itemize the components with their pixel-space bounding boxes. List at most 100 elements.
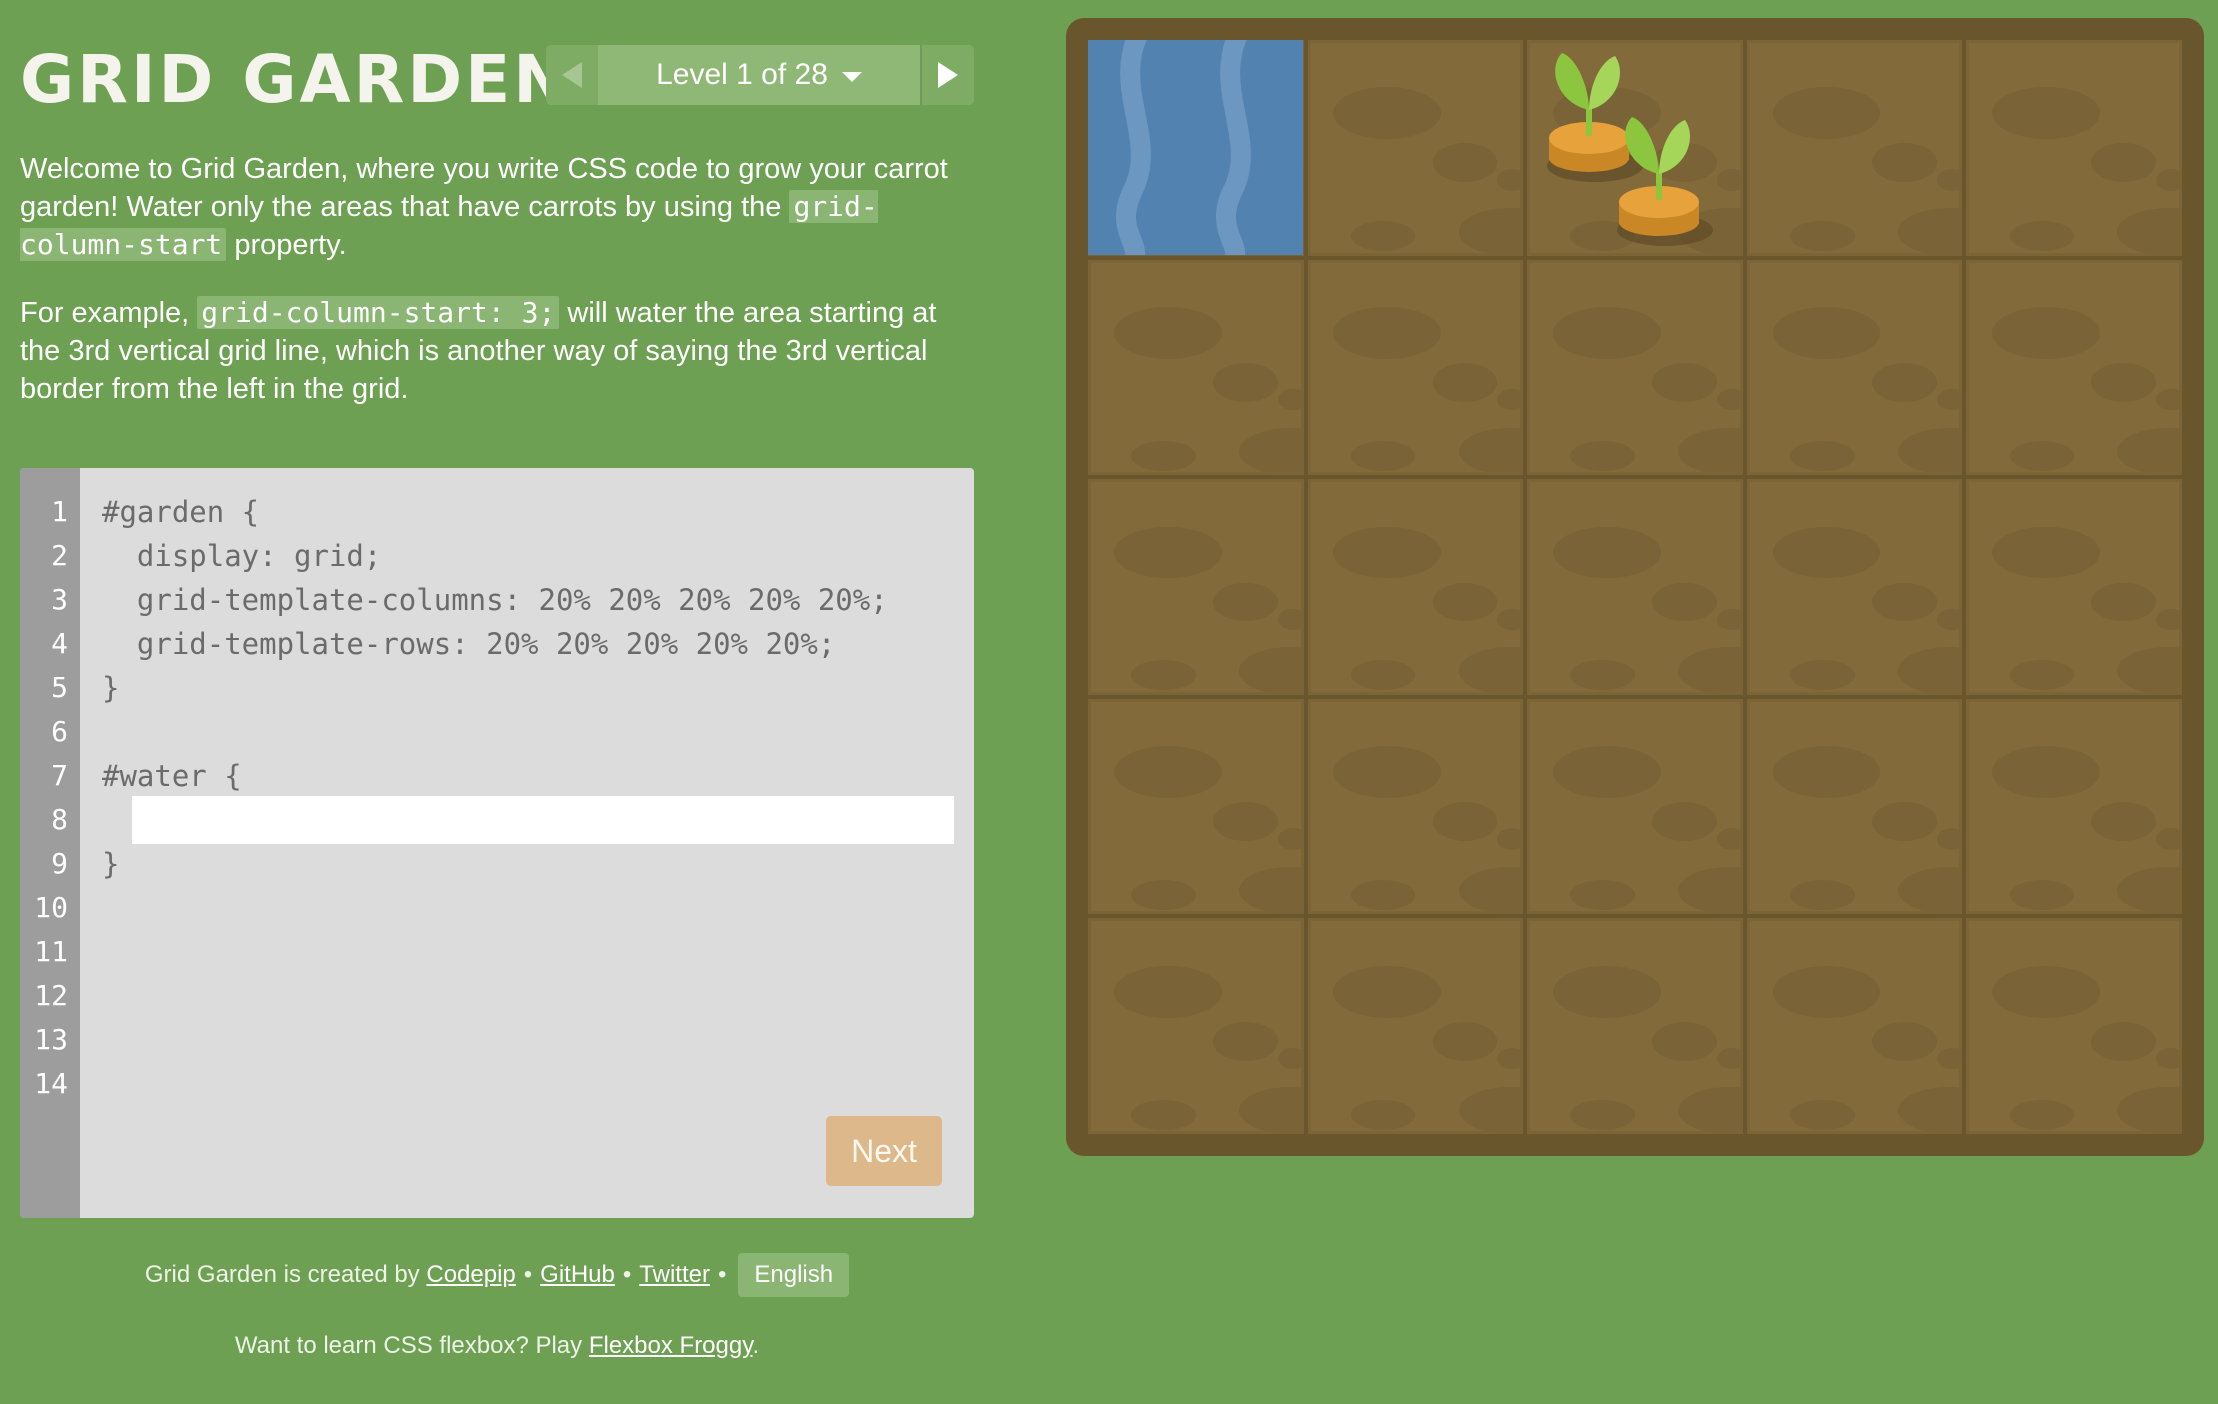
footer-credits: Grid Garden is created by Codepip • GitHub… xyxy=(20,1253,974,1297)
soil-pebble xyxy=(1113,965,1222,1018)
soil-pebble xyxy=(1333,526,1442,579)
line-number: 5 xyxy=(51,671,68,704)
code-line: } xyxy=(102,847,120,881)
soil-cell xyxy=(1088,479,1304,695)
promo-end: . xyxy=(752,1332,760,1359)
css-answer-input[interactable] xyxy=(132,796,954,844)
soil-pebble xyxy=(1333,307,1442,359)
soil-pebble xyxy=(1992,746,2101,798)
soil-cell xyxy=(1527,479,1743,695)
soil-pebble xyxy=(1652,802,1717,842)
instructions-paragraph-1: Welcome to Grid Garden, where you write … xyxy=(20,150,974,264)
soil-pebble xyxy=(1497,828,1524,850)
code-line: grid-template-columns: 20% 20% 20% 20% 2… xyxy=(102,583,888,617)
previous-level-button[interactable] xyxy=(546,45,598,105)
soil-pebble xyxy=(1716,388,1743,411)
line-number: 11 xyxy=(34,935,68,968)
soil-pebble xyxy=(1113,526,1222,579)
level-navigation: Level 1 of 28 xyxy=(546,45,974,105)
soil-pebble xyxy=(1897,866,1963,915)
soil-pebble xyxy=(2156,1047,2182,1070)
soil-pebble xyxy=(1131,660,1196,691)
soil-pebble xyxy=(1678,1086,1743,1134)
credit-text: Grid Garden is created by xyxy=(144,1261,427,1288)
separator: • xyxy=(622,1261,632,1288)
line-number: 4 xyxy=(51,627,68,660)
soil-pebble xyxy=(1570,440,1635,471)
soil-pebble xyxy=(1213,802,1278,842)
soil-cell xyxy=(1746,479,1963,695)
soil-pebble xyxy=(1131,879,1196,911)
soil-pebble xyxy=(1553,526,1661,579)
soil-pebble xyxy=(1238,1086,1304,1134)
soil-pebble xyxy=(1553,307,1661,359)
line-number: 7 xyxy=(51,759,68,792)
soil-pebble xyxy=(1432,582,1498,622)
soil-pebble xyxy=(1238,647,1304,695)
instructions-text: For example, xyxy=(20,297,198,329)
soil-pebble xyxy=(1277,828,1304,850)
soil-pebble xyxy=(1772,746,1881,798)
line-number: 8 xyxy=(51,803,68,836)
soil-pebble xyxy=(1497,169,1524,191)
code-snippet: grid-column-start: 3; xyxy=(197,296,560,329)
soil-pebble xyxy=(1772,307,1881,359)
soil-pebble xyxy=(1897,427,1963,476)
soil-pebble xyxy=(1772,526,1881,579)
soil-pebble xyxy=(1897,208,1963,256)
soil-pebble xyxy=(1992,526,2101,579)
codepip-link[interactable]: Codepip xyxy=(426,1261,515,1288)
soil-pebble xyxy=(1871,802,1937,842)
soil-pebble xyxy=(1789,660,1855,691)
soil-cell xyxy=(1527,698,1743,915)
soil-pebble xyxy=(1678,866,1743,915)
soil-pebble xyxy=(1432,1021,1498,1061)
level-label: Level 1 of 28 xyxy=(656,58,828,91)
twitter-link[interactable]: Twitter xyxy=(639,1261,710,1288)
soil-pebble xyxy=(1772,965,1881,1018)
soil-pebble xyxy=(1871,582,1937,622)
soil-pebble xyxy=(1936,608,1963,631)
next-level-button[interactable] xyxy=(922,45,974,105)
soil-pebble xyxy=(1716,1047,1743,1070)
next-button[interactable]: Next xyxy=(826,1116,942,1186)
soil-cell xyxy=(1966,918,2182,1134)
soil-cell xyxy=(1307,40,1524,256)
soil-pebble xyxy=(1113,746,1222,798)
soil-pebble xyxy=(1333,746,1442,798)
soil-pebble xyxy=(1871,143,1937,183)
soil-pebble xyxy=(1213,1021,1278,1061)
separator: • xyxy=(717,1261,727,1288)
soil-pebble xyxy=(1716,608,1743,631)
soil-cell xyxy=(1746,40,1963,256)
soil-pebble xyxy=(2156,608,2182,631)
soil-pebble xyxy=(2091,1021,2157,1061)
line-number: 9 xyxy=(51,847,68,880)
soil-pebble xyxy=(1238,866,1304,915)
flexbox-froggy-link[interactable]: Flexbox Froggy xyxy=(589,1332,753,1359)
soil-pebble xyxy=(2117,866,2182,915)
soil-pebble xyxy=(1131,440,1196,471)
soil-pebble xyxy=(1789,879,1855,911)
page-title: GRID GARDEN xyxy=(20,41,572,118)
language-button[interactable]: English xyxy=(738,1253,850,1297)
promo-text: Want to learn CSS flexbox? Play xyxy=(234,1332,589,1359)
soil-pebble xyxy=(1213,582,1278,622)
instructions-text: property. xyxy=(226,229,347,261)
soil-pebble xyxy=(1678,427,1743,476)
soil-pebble xyxy=(1432,143,1498,183)
soil-pebble xyxy=(2156,169,2182,191)
soil-pebble xyxy=(1789,1099,1855,1130)
soil-pebble xyxy=(1131,1099,1196,1130)
line-number: 12 xyxy=(34,979,68,1012)
code-line: display: grid; xyxy=(102,539,382,573)
soil-pebble xyxy=(1652,1021,1717,1061)
soil-pebble xyxy=(1992,307,2101,359)
github-link[interactable]: GitHub xyxy=(540,1261,615,1288)
soil-cell xyxy=(1966,40,2182,256)
soil-pebble xyxy=(1497,1047,1524,1070)
soil-cell xyxy=(1527,918,1743,1134)
soil-pebble xyxy=(2009,660,2075,691)
level-dropdown[interactable]: Level 1 of 28 xyxy=(598,45,922,105)
water-area xyxy=(1088,40,1303,255)
